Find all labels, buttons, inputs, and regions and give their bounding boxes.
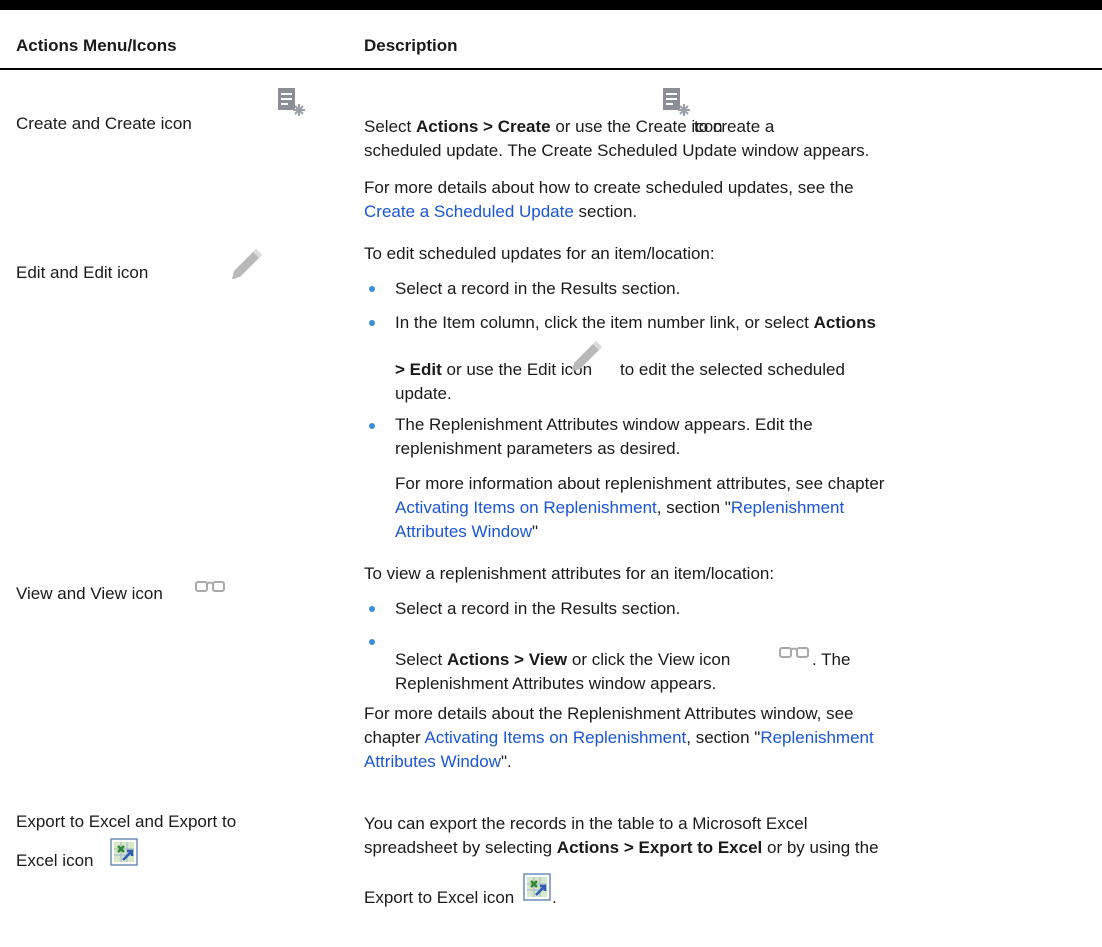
bullet-dot bbox=[369, 606, 375, 612]
export-desc-line1: You can export the records in the table … bbox=[364, 814, 808, 833]
replenishment-link[interactable]: Replenishment bbox=[731, 498, 844, 517]
export-label-line1: Export to Excel and Export to bbox=[16, 812, 237, 831]
excel-export-inline-icon bbox=[523, 873, 551, 901]
edit-bullet3-line1: The Replenishment Attributes window appe… bbox=[395, 415, 813, 434]
bullet-dot bbox=[369, 320, 375, 326]
view-intro: To view a replenishment attributes for a… bbox=[364, 564, 775, 583]
view-bullet2-line1-end: . The bbox=[812, 650, 851, 669]
edit-bullet1: Select a record in the Results section. bbox=[395, 279, 681, 298]
pencil-inline-icon bbox=[572, 341, 602, 371]
view-label: View and View icon bbox=[16, 584, 163, 603]
edit-bullet2-line3: update. bbox=[395, 384, 452, 403]
pencil-icon[interactable] bbox=[228, 245, 264, 281]
bullet-dot bbox=[369, 639, 375, 645]
create-scheduled-update-link[interactable]: Create a Scheduled Update bbox=[364, 202, 574, 221]
export-desc-line3-end: . bbox=[552, 888, 557, 907]
edit-more-line3: Attributes Window" bbox=[395, 522, 539, 541]
create-desc-line3: For more details about how to create sch… bbox=[364, 178, 854, 197]
create-desc-line4: Create a Scheduled Update section. bbox=[364, 202, 638, 221]
create-desc-line1: Select Actions > Create or use the Creat… bbox=[364, 117, 723, 136]
view-bullet1: Select a record in the Results section. bbox=[395, 599, 681, 618]
activating-items-link[interactable]: Activating Items on Replenishment bbox=[425, 728, 687, 747]
view-more-line2: chapter Activating Items on Replenishmen… bbox=[364, 728, 874, 747]
edit-bullet3-line2: replenishment parameters as desired. bbox=[395, 439, 681, 458]
bullet-dot bbox=[369, 286, 375, 292]
create-desc-line2: scheduled update. The Create Scheduled U… bbox=[364, 141, 870, 160]
export-desc-line3: Export to Excel icon bbox=[364, 888, 515, 907]
glasses-icon[interactable] bbox=[194, 579, 226, 595]
header-description: Description bbox=[364, 36, 458, 55]
header-actions-menu-icons: Actions Menu/Icons bbox=[16, 36, 177, 55]
view-bullet2-line2: Replenishment Attributes window appears. bbox=[395, 674, 717, 693]
header-rule bbox=[0, 68, 1102, 70]
edit-more-line2: Activating Items on Replenishment, secti… bbox=[395, 498, 845, 517]
create-doc-star-icon[interactable] bbox=[276, 86, 306, 116]
edit-label: Edit and Edit icon bbox=[16, 263, 149, 282]
excel-export-icon[interactable] bbox=[110, 838, 138, 866]
top-rule bbox=[0, 0, 1102, 10]
edit-bullet2-line2: > Edit or use the Edit icon bbox=[395, 360, 593, 379]
edit-intro: To edit scheduled updates for an item/lo… bbox=[364, 244, 715, 263]
attributes-window-link[interactable]: Attributes Window bbox=[395, 522, 532, 541]
export-label-line2: Excel icon bbox=[16, 851, 94, 870]
export-desc-line2: spreadsheet by selecting Actions > Expor… bbox=[364, 838, 879, 857]
edit-bullet2-line1: In the Item column, click the item numbe… bbox=[395, 313, 876, 332]
view-bullet2-line1: Select Actions > View or click the View … bbox=[395, 650, 731, 669]
create-inline-icon bbox=[663, 88, 690, 116]
attributes-window-link[interactable]: Attributes Window bbox=[364, 752, 501, 771]
view-more-line3: Attributes Window". bbox=[364, 752, 512, 771]
replenishment-link[interactable]: Replenishment bbox=[760, 728, 873, 747]
bullet-dot bbox=[369, 423, 375, 429]
create-label: Create and Create icon bbox=[16, 114, 192, 133]
edit-more-line1: For more information about replenishment… bbox=[395, 474, 885, 493]
view-more-line1: For more details about the Replenishment… bbox=[364, 704, 854, 723]
edit-bullet2-line2-end: to edit the selected scheduled bbox=[620, 360, 845, 379]
activating-items-link[interactable]: Activating Items on Replenishment bbox=[395, 498, 657, 517]
create-desc-line1-end: to create a bbox=[694, 117, 775, 136]
glasses-inline-icon bbox=[779, 647, 809, 658]
